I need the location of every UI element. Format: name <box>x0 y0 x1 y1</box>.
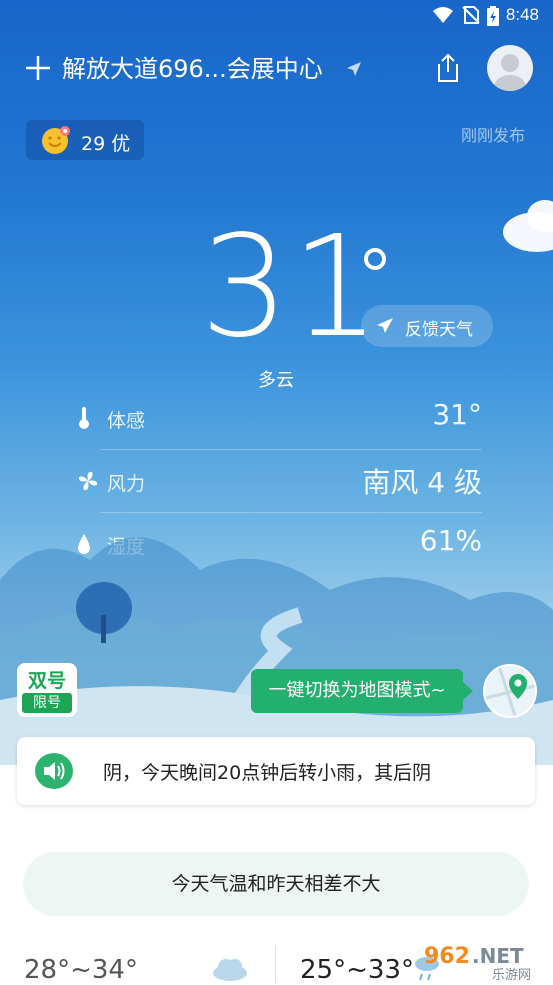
limit-number-type: 双号 <box>27 670 66 692</box>
share-icon[interactable] <box>434 52 462 84</box>
speaker-icon[interactable] <box>35 753 73 789</box>
detail-row-feels-like: 体感 31° <box>72 386 484 448</box>
fan-icon <box>78 471 98 491</box>
status-time: 8:48 <box>505 5 539 24</box>
publish-status: 刚刚发布 <box>460 126 525 145</box>
wifi-icon <box>433 7 453 23</box>
svg-text:962: 962 <box>424 944 470 969</box>
svg-text:乐游网: 乐游网 <box>492 968 531 983</box>
tip-pointer <box>463 682 473 700</box>
add-city-icon[interactable] <box>24 54 52 82</box>
tomorrow-temp-range: 25°~33° <box>300 955 414 985</box>
cloud-icon <box>213 959 247 981</box>
limit-label: 限号 <box>22 693 72 713</box>
detail-label: 风力 <box>107 473 146 495</box>
temperature-compare: 今天气温和昨天相差不大 <box>23 852 529 916</box>
detail-value: 南风 4 级 <box>362 466 482 499</box>
no-sim-icon <box>462 6 480 24</box>
map-mode-tip[interactable]: 一键切换为地图模式~ <box>251 669 463 713</box>
battery-charging-icon <box>487 6 499 26</box>
status-bar: 8:48 <box>0 0 553 32</box>
detail-label: 体感 <box>107 410 146 432</box>
aqi-chip[interactable]: 29 优 <box>26 120 144 160</box>
aqi-smile-icon <box>42 126 70 154</box>
feedback-weather-button[interactable]: 反馈天气 <box>361 305 493 347</box>
map-pin-icon <box>485 666 535 716</box>
feedback-label: 反馈天气 <box>405 320 473 340</box>
location-arrow-icon <box>347 62 361 76</box>
current-temperature: 31 <box>200 206 383 369</box>
weather-hero: 8:48 解放大道696...会展中心 29 优 刚刚发布 31 反馈天气 多云… <box>0 0 553 765</box>
detail-value: 31° <box>432 398 482 431</box>
divider <box>275 946 276 983</box>
avatar[interactable] <box>487 45 533 91</box>
send-icon <box>377 318 393 333</box>
thermometer-icon <box>79 407 89 429</box>
today-temp-range: 28°~34° <box>24 955 138 985</box>
aqi-value: 29 优 <box>81 133 131 155</box>
weather-alert-card[interactable]: 阴，今天晚间20点钟后转小雨，其后阴 <box>17 737 535 805</box>
user-icon <box>494 54 526 91</box>
location-title[interactable]: 解放大道696...会展中心 <box>62 49 323 84</box>
cloud-decoration <box>503 200 553 252</box>
alert-text: 阴，今天晚间20点钟后转小雨，其后阴 <box>103 762 432 784</box>
watermark-logo: 962 .NET 乐游网 <box>424 944 531 983</box>
traffic-limit-badge[interactable]: 双号 限号 <box>17 663 77 717</box>
landscape-illustration <box>0 537 553 765</box>
map-mode-button[interactable] <box>483 664 537 718</box>
svg-text:.NET: .NET <box>472 944 524 968</box>
degree-symbol <box>364 248 386 270</box>
